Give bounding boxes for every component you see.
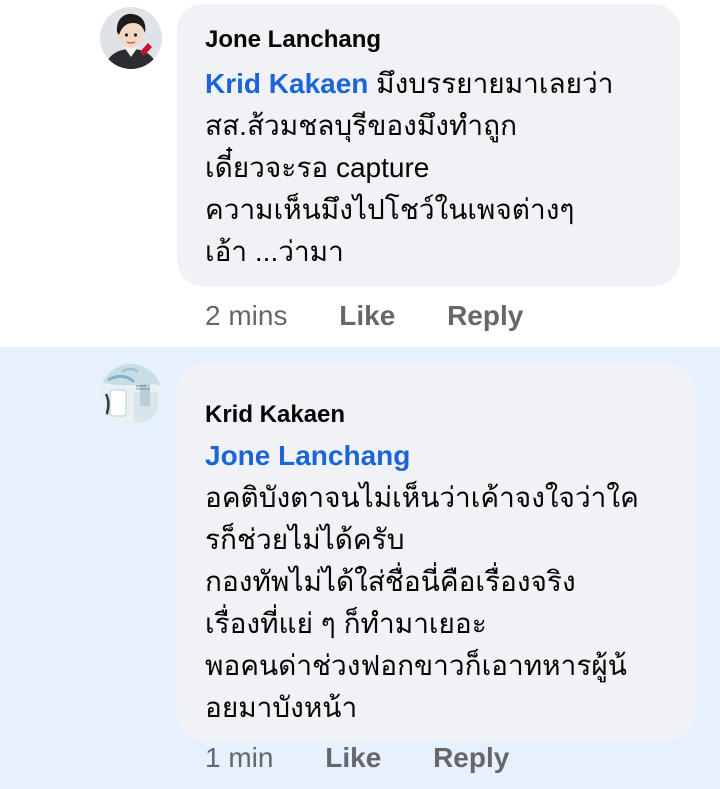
comment-line: อคติบังตาจนไม่เห็นว่าเค้าจงใจว่าใค xyxy=(205,482,639,513)
commenter-avatar[interactable] xyxy=(100,364,162,426)
comment-item: Krid Kakaen Jone Lanchang อคติบังตาจนไม่… xyxy=(0,347,720,789)
comment-body: Jone Lanchang อคติบังตาจนไม่เห็นว่าเค้าจ… xyxy=(205,435,639,729)
cartoon-face-avatar-icon xyxy=(100,7,162,69)
comment-line: อยมาบังหน้า xyxy=(205,692,358,723)
commenter-avatar[interactable] xyxy=(100,7,162,69)
comment-line: สส.ส้วมชลบุรีของมึงทำถูก xyxy=(205,110,518,141)
mention-link[interactable]: Jone Lanchang xyxy=(205,440,410,471)
comment-line: เอ้า ...ว่ามา xyxy=(205,236,344,267)
comment-line: กองทัพไม่ได้ใส่ชื่อนี่คือเรื่องจริง xyxy=(205,566,576,597)
like-button[interactable]: Like xyxy=(325,742,381,773)
comment-line: พอคนด่าช่วงฟอกขาวก็เอาทหารผู้น้ xyxy=(205,650,627,681)
comment-body: Krid Kakaen มึงบรรยายมาเลยว่า สส.ส้วมชลบ… xyxy=(205,63,613,273)
comment-text: มึงบรรยายมาเลยว่า xyxy=(368,68,614,99)
comment-timestamp[interactable]: 1 min xyxy=(205,742,273,773)
comment-timestamp[interactable]: 2 mins xyxy=(205,300,287,331)
comment-item: Jone Lanchang Krid Kakaen มึงบรรยายมาเลย… xyxy=(0,0,720,346)
comment-bubble: Krid Kakaen Jone Lanchang อคติบังตาจนไม่… xyxy=(177,364,695,740)
mention-link[interactable]: Krid Kakaen xyxy=(205,68,368,99)
comment-line: เรื่องที่แย่ ๆ ก็ทำมาเยอะ xyxy=(205,608,487,639)
photo-avatar-icon xyxy=(100,364,162,426)
comment-bubble: Jone Lanchang Krid Kakaen มึงบรรยายมาเลย… xyxy=(177,4,680,286)
reply-button[interactable]: Reply xyxy=(447,300,523,331)
comment-line: Krid Kakaen มึงบรรยายมาเลยว่า xyxy=(205,63,613,105)
comment-actions: 2 mins Like Reply xyxy=(205,300,567,332)
comment-author[interactable]: Jone Lanchang xyxy=(205,26,381,54)
comment-actions: 1 min Like Reply xyxy=(205,742,553,774)
comment-line: ความเห็นมึงไปโชว์ในเพจต่างๆ xyxy=(205,194,575,225)
comment-line: เดี๋ยวจะรอ capture xyxy=(205,152,430,183)
comment-line: รก็ช่วยไม่ได้ครับ xyxy=(205,524,405,555)
comment-line: Jone Lanchang xyxy=(205,435,639,477)
reply-button[interactable]: Reply xyxy=(433,742,509,773)
like-button[interactable]: Like xyxy=(339,300,395,331)
comment-author[interactable]: Krid Kakaen xyxy=(205,401,345,429)
